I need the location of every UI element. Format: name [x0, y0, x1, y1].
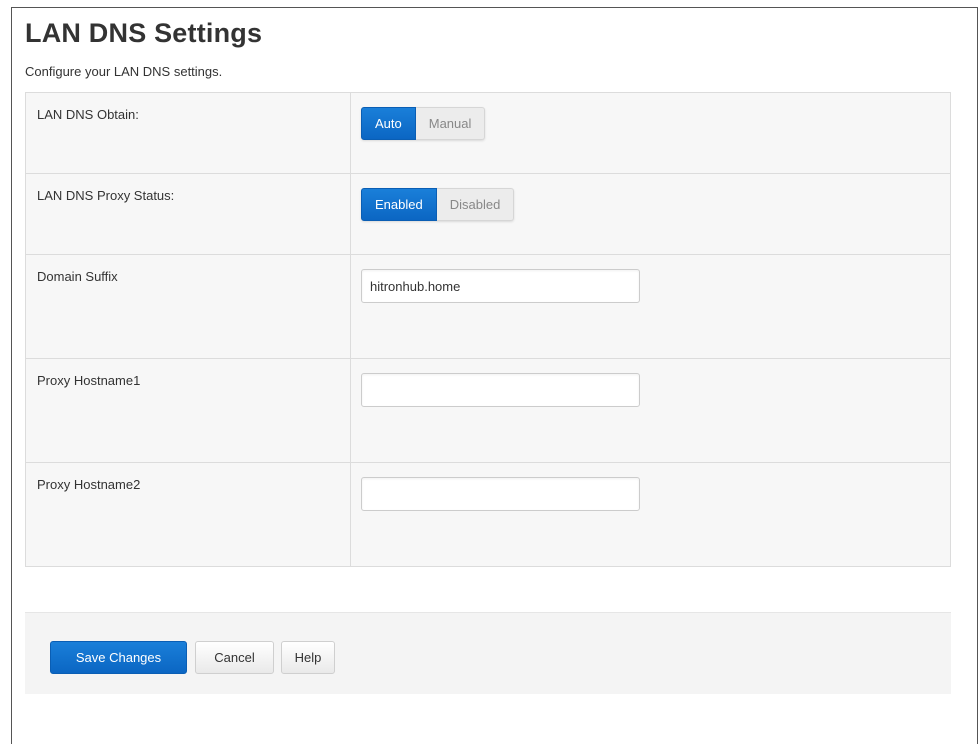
help-button[interactable]: Help — [281, 641, 335, 674]
page-title: LAN DNS Settings — [25, 18, 263, 48]
dns-obtain-value-cell: Auto Manual — [351, 93, 950, 173]
dns-proxy-status-label: LAN DNS Proxy Status: — [26, 174, 351, 254]
cancel-button[interactable]: Cancel — [195, 641, 274, 674]
proxy-hostname1-label: Proxy Hostname1 — [26, 359, 351, 462]
row-proxy-hostname2: Proxy Hostname2 — [26, 463, 950, 566]
domain-suffix-value-cell — [351, 255, 950, 358]
dns-proxy-status-toggle: Enabled Disabled — [361, 188, 515, 221]
domain-suffix-label: Domain Suffix — [26, 255, 351, 358]
proxy-hostname2-value-cell — [351, 463, 950, 566]
dns-obtain-auto-button[interactable]: Auto — [361, 107, 416, 140]
form-actions-bar: Save Changes Cancel Help — [25, 612, 951, 694]
settings-panel: LAN DNS Settings Configure your LAN DNS … — [11, 7, 978, 744]
dns-proxy-status-value-cell: Enabled Disabled — [351, 174, 950, 254]
row-dns-proxy-status: LAN DNS Proxy Status: Enabled Disabled — [26, 174, 950, 255]
row-proxy-hostname1: Proxy Hostname1 — [26, 359, 950, 463]
row-dns-obtain: LAN DNS Obtain: Auto Manual — [26, 93, 950, 174]
dns-obtain-manual-button[interactable]: Manual — [415, 107, 486, 140]
dns-proxy-enabled-button[interactable]: Enabled — [361, 188, 437, 221]
proxy-hostname1-input[interactable] — [361, 373, 640, 407]
save-changes-button[interactable]: Save Changes — [50, 641, 187, 674]
settings-table: LAN DNS Obtain: Auto Manual LAN DNS Prox… — [25, 92, 951, 567]
proxy-hostname2-label: Proxy Hostname2 — [26, 463, 351, 566]
domain-suffix-input[interactable] — [361, 269, 640, 303]
proxy-hostname1-value-cell — [351, 359, 950, 462]
row-domain-suffix: Domain Suffix — [26, 255, 950, 359]
page-description: Configure your LAN DNS settings. — [25, 64, 223, 79]
dns-obtain-toggle: Auto Manual — [361, 107, 486, 140]
dns-obtain-label: LAN DNS Obtain: — [26, 93, 351, 173]
dns-proxy-disabled-button[interactable]: Disabled — [436, 188, 515, 221]
proxy-hostname2-input[interactable] — [361, 477, 640, 511]
